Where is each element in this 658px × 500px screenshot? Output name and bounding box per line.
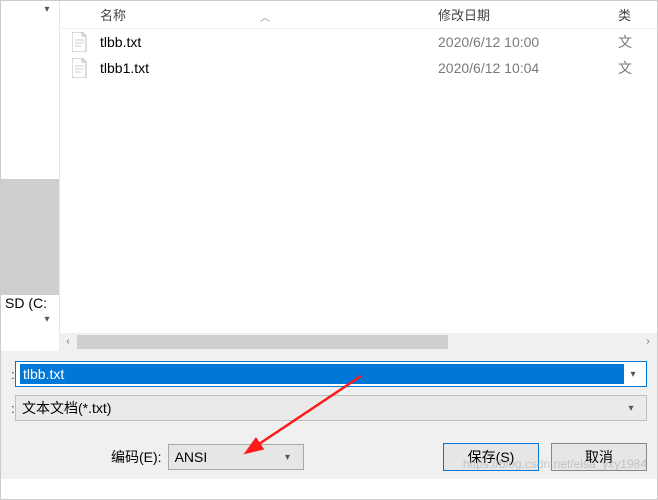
encoding-value: ANSI	[175, 449, 279, 465]
filetype-combo[interactable]: 文本文档(*.txt) ▾	[15, 395, 647, 421]
file-row[interactable]: tlbb1.txt2020/6/12 10:04文	[60, 55, 657, 81]
header-type[interactable]: 类	[618, 5, 657, 24]
hscrollbar[interactable]	[77, 333, 639, 351]
document-icon	[60, 58, 100, 78]
encoding-combo[interactable]: ANSI ▾	[168, 444, 304, 470]
save-button[interactable]: 保存(S)	[443, 443, 539, 471]
chevron-down-icon[interactable]: ▾	[279, 452, 297, 463]
scroll-right-button[interactable]: ›	[639, 333, 657, 351]
header-date[interactable]: 修改日期	[438, 5, 618, 24]
chevron-down-icon[interactable]: ▾	[622, 403, 640, 414]
cancel-button[interactable]: 取消	[551, 443, 647, 471]
nav-sidebar: ▾ SD (C: ▾	[1, 1, 59, 333]
drive-label[interactable]: SD (C:	[1, 295, 59, 311]
column-headers: 名称 ︿ 修改日期 类	[60, 1, 657, 29]
header-name[interactable]: 名称 ︿	[60, 5, 438, 24]
scroll-left-button[interactable]: ‹	[59, 333, 77, 351]
file-row[interactable]: tlbb.txt2020/6/12 10:00文	[60, 29, 657, 55]
file-type: 文	[618, 58, 657, 78]
filename-combo[interactable]: ▾	[15, 361, 647, 387]
encoding-label: 编码(E):	[111, 447, 162, 467]
filetype-value: 文本文档(*.txt)	[22, 398, 622, 418]
save-panel: ▾ 文本文档(*.txt) ▾ 编码(E): ANSI ▾ 保存(S) 取消	[1, 351, 657, 479]
file-name: tlbb.txt	[100, 34, 438, 50]
document-icon	[60, 32, 100, 52]
file-date: 2020/6/12 10:00	[438, 34, 618, 50]
chevron-down-icon[interactable]: ▾	[624, 369, 642, 380]
file-name: tlbb1.txt	[100, 60, 438, 76]
chevron-down-icon[interactable]: ▾	[39, 314, 55, 330]
sort-indicator-icon: ︿	[260, 9, 270, 24]
filename-input[interactable]	[20, 364, 624, 384]
file-type: 文	[618, 32, 657, 52]
file-date: 2020/6/12 10:04	[438, 60, 618, 76]
chevron-down-icon[interactable]: ▾	[39, 4, 55, 20]
